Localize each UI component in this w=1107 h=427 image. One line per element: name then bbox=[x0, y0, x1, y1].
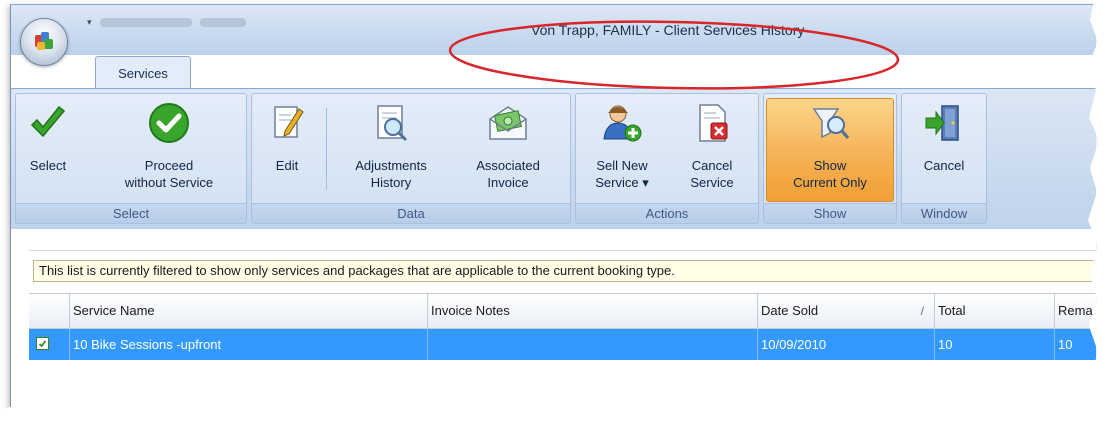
cancel-service-button[interactable]: Cancel Service bbox=[674, 98, 750, 202]
cell-total: 10 bbox=[934, 329, 1054, 360]
user-add-icon bbox=[603, 105, 642, 142]
filter-notice: This list is currently filtered to show … bbox=[33, 260, 1096, 282]
title-bar: ▾ Von Trapp, FAMILY - Client Services Hi… bbox=[11, 5, 1096, 55]
proceed-without-service-button[interactable]: Proceed without Service bbox=[104, 98, 234, 202]
adjustments-history-button[interactable]: Adjustments History bbox=[336, 98, 446, 202]
row-selector[interactable] bbox=[29, 329, 69, 360]
column-header-date-sold[interactable]: Date Sold / bbox=[757, 294, 934, 328]
tab-services[interactable]: Services bbox=[95, 56, 191, 89]
edit-button-label: Edit bbox=[275, 158, 299, 173]
column-header-invoice-notes[interactable]: Invoice Notes bbox=[427, 294, 757, 328]
check-circle-icon bbox=[149, 103, 189, 143]
quick-access-dropdown-icon[interactable]: ▾ bbox=[87, 17, 92, 28]
cell-date-sold: 10/09/2010 bbox=[757, 329, 934, 360]
client-services-history-window: ▾ Von Trapp, FAMILY - Client Services Hi… bbox=[10, 4, 1096, 419]
row-selector-header bbox=[29, 294, 69, 328]
filter-magnifier-icon bbox=[812, 108, 850, 139]
proceed-label-line1: Proceed bbox=[144, 158, 194, 173]
cancel-document-icon bbox=[699, 104, 728, 142]
ribbon-group-data: Edit Adjustments History Associated Invo… bbox=[251, 93, 571, 224]
services-grid: Service Name Invoice Notes Date Sold / T… bbox=[29, 293, 1096, 363]
blurred-quick-access-item bbox=[199, 17, 246, 27]
content-area: This list is currently filtered to show … bbox=[11, 229, 1096, 419]
associated-invoice-label-line1: Associated bbox=[476, 158, 540, 173]
ribbon-group-select: Select Proceed without Service Select bbox=[15, 93, 247, 224]
adjustments-label-line1: Adjustments bbox=[355, 158, 427, 173]
sell-new-service-label-line2: Service ▾ bbox=[595, 175, 649, 190]
select-button-label: Select bbox=[29, 158, 67, 173]
green-checkmark-icon bbox=[30, 105, 66, 138]
torn-edge-right bbox=[1088, 0, 1107, 427]
cell-service-name: 10 Bike Sessions -upfront bbox=[69, 329, 427, 360]
window-title: Von Trapp, FAMILY - Client Services Hist… bbox=[531, 22, 805, 38]
group-label-data: Data bbox=[252, 203, 570, 223]
app-logo-icon bbox=[35, 32, 53, 50]
cancel-service-label-line1: Cancel bbox=[691, 158, 733, 173]
divider bbox=[29, 250, 1096, 251]
group-label-show: Show bbox=[764, 203, 896, 223]
associated-invoice-button[interactable]: Associated Invoice bbox=[456, 98, 560, 202]
quick-access-toolbar: ▾ bbox=[87, 11, 287, 33]
grid-header: Service Name Invoice Notes Date Sold / T… bbox=[29, 293, 1096, 329]
table-row[interactable]: 10 Bike Sessions -upfront 10/09/2010 10 … bbox=[29, 329, 1096, 360]
show-current-only-button[interactable]: Show Current Only bbox=[766, 98, 894, 202]
proceed-label-line2: without Service bbox=[124, 175, 214, 190]
select-button[interactable]: Select bbox=[18, 98, 78, 202]
blurred-quick-access-item bbox=[99, 17, 192, 27]
ribbon-group-window: Cancel Window bbox=[901, 93, 987, 224]
column-header-total[interactable]: Total bbox=[934, 294, 1054, 328]
cell-invoice-notes bbox=[427, 329, 757, 360]
ribbon-group-show: Show Current Only Show bbox=[763, 93, 897, 224]
group-label-actions: Actions bbox=[576, 203, 758, 223]
ribbon: Select Proceed without Service Select Ed… bbox=[11, 88, 1096, 230]
exit-door-icon bbox=[925, 105, 959, 141]
date-sold-header-label: Date Sold bbox=[761, 303, 819, 318]
sell-new-service-button[interactable]: Sell New Service ▾ bbox=[582, 98, 662, 202]
group-label-select: Select bbox=[16, 203, 246, 223]
show-current-only-label-line1: Show bbox=[813, 158, 847, 173]
window-cancel-label: Cancel bbox=[923, 158, 965, 173]
cancel-service-label-line2: Service bbox=[690, 175, 734, 190]
edit-document-icon bbox=[274, 106, 304, 138]
ribbon-group-actions: Sell New Service ▾ Cancel Service Action… bbox=[575, 93, 759, 224]
edit-button[interactable]: Edit bbox=[262, 98, 312, 202]
show-current-only-label-line2: Current Only bbox=[793, 175, 867, 190]
associated-invoice-label-line2: Invoice bbox=[487, 175, 529, 190]
magnify-document-icon bbox=[377, 105, 408, 142]
separator bbox=[326, 108, 327, 190]
sell-new-service-label-line1: Sell New bbox=[596, 158, 648, 173]
column-header-service-name[interactable]: Service Name bbox=[69, 294, 427, 328]
group-label-window: Window bbox=[902, 203, 986, 223]
sort-indicator-icon: / bbox=[920, 304, 924, 318]
window-cancel-button[interactable]: Cancel bbox=[906, 98, 982, 202]
checkbox-checked-icon[interactable] bbox=[36, 337, 49, 350]
adjustments-label-line2: History bbox=[370, 175, 412, 190]
torn-edge-bottom bbox=[0, 401, 1107, 427]
money-envelope-icon bbox=[489, 106, 527, 140]
application-menu-button[interactable] bbox=[20, 18, 68, 66]
